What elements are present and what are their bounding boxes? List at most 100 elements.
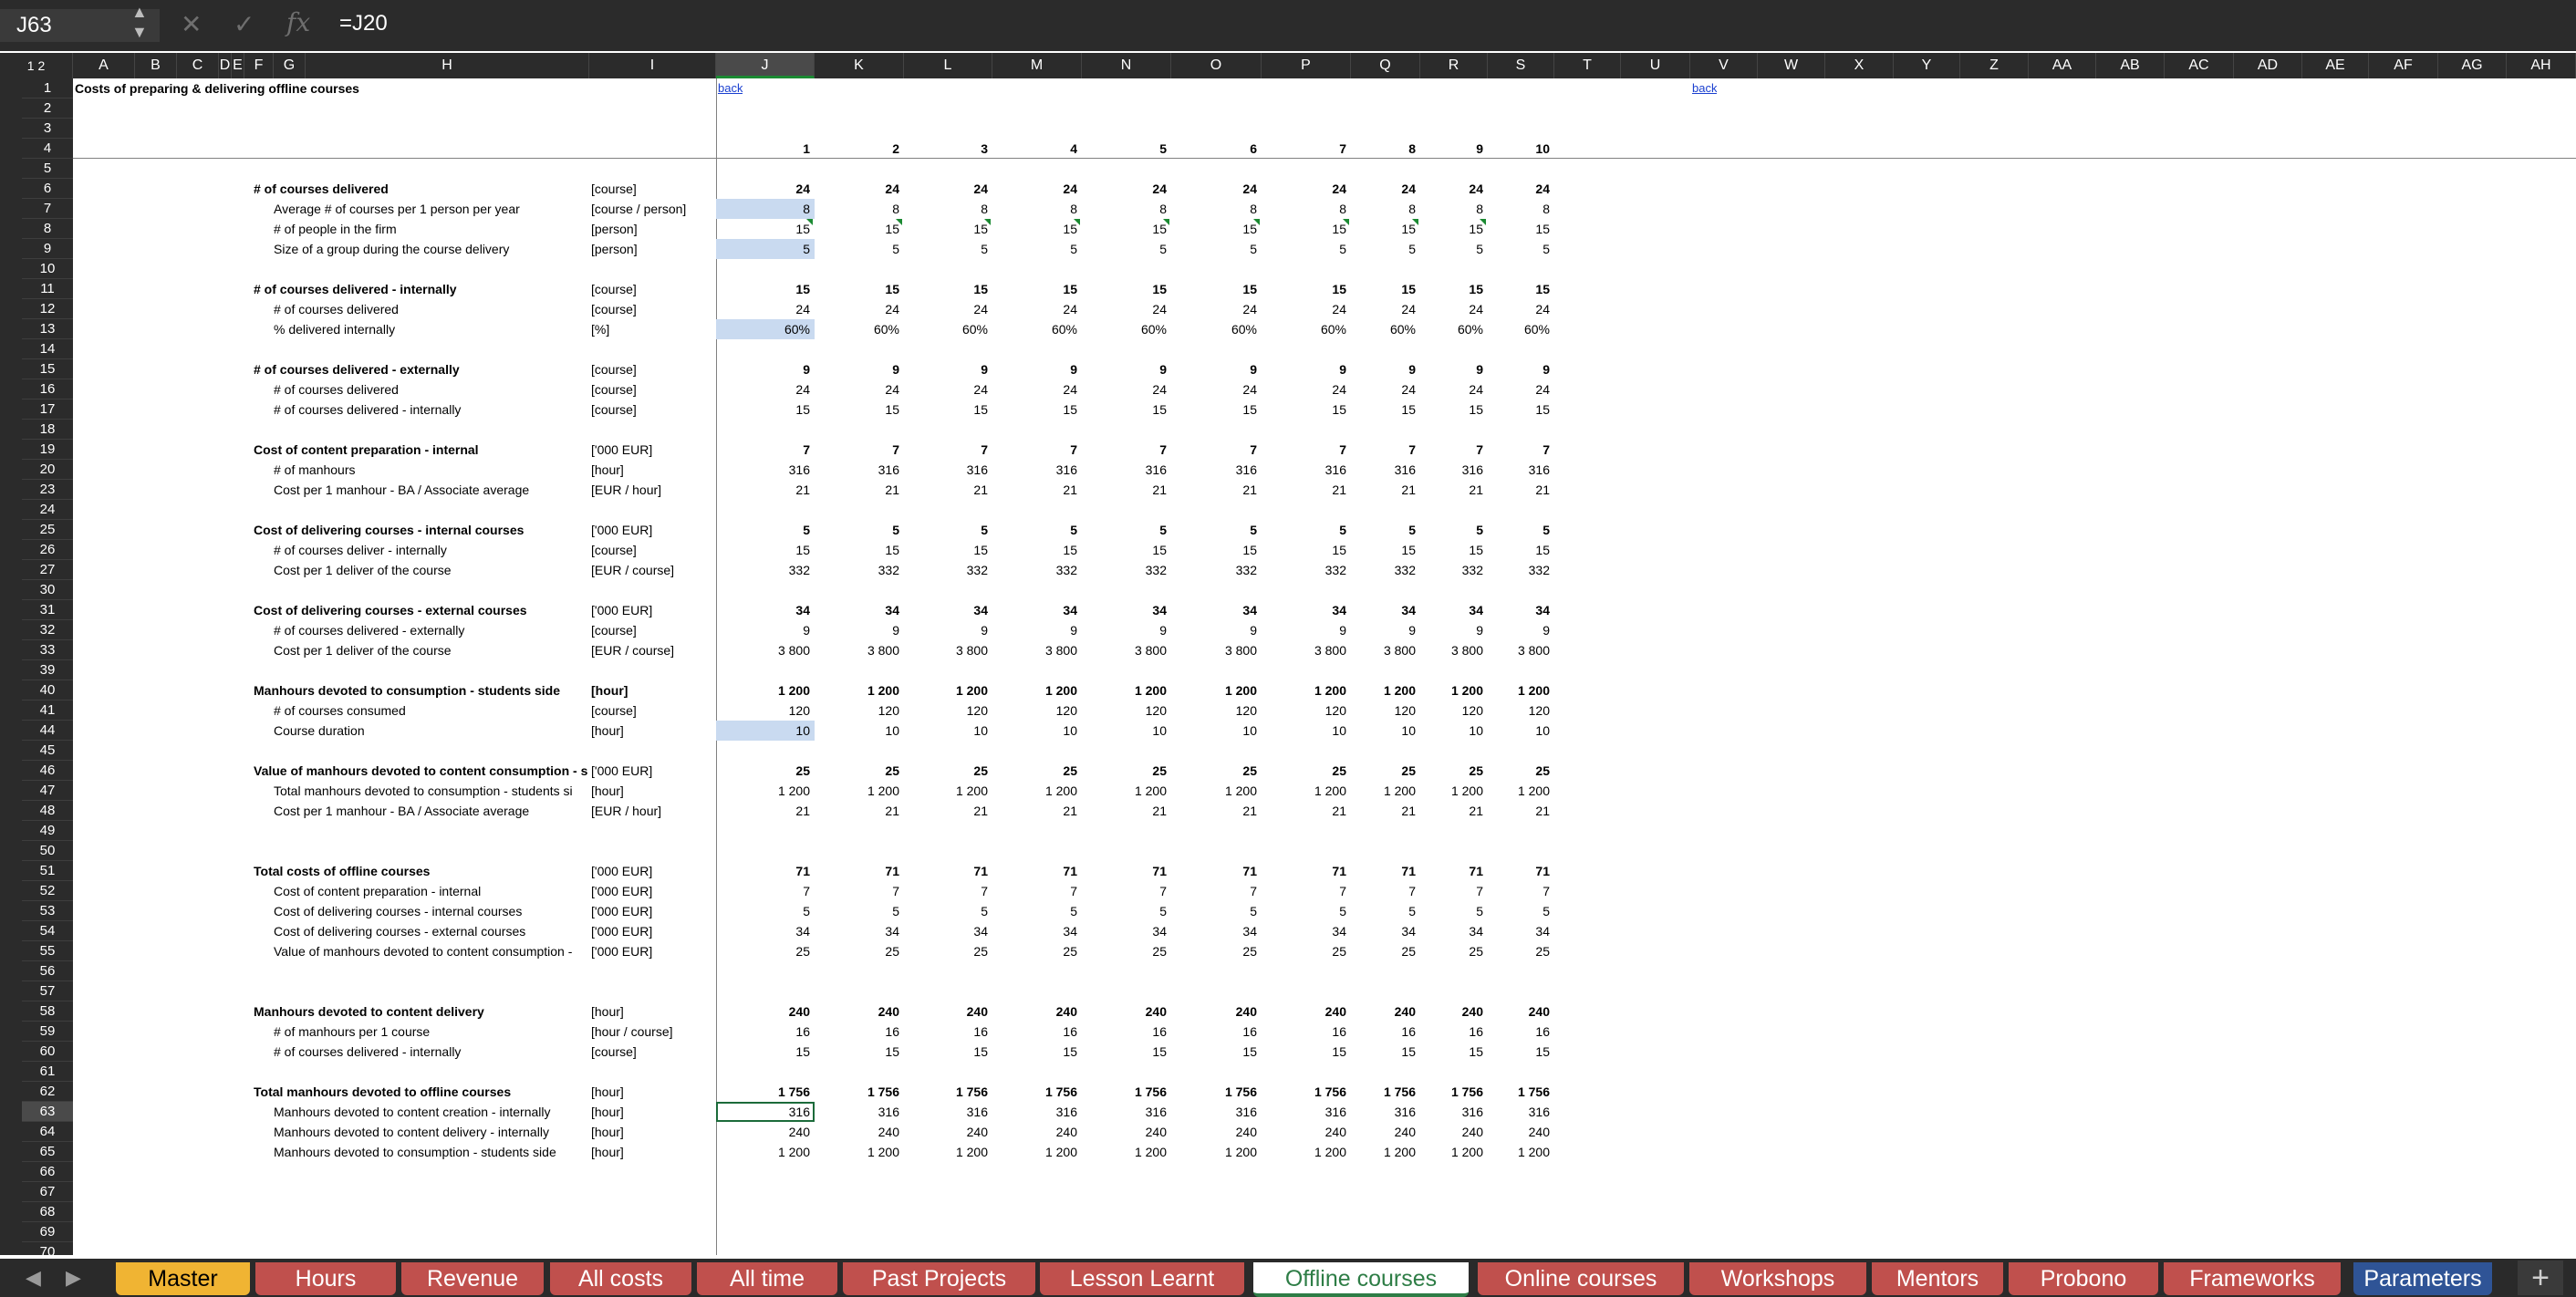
data-cell[interactable]: 240: [1262, 1001, 1351, 1022]
data-cell[interactable]: 34: [1488, 600, 1554, 620]
column-header-R[interactable]: R: [1420, 53, 1488, 78]
data-cell[interactable]: 3 800: [1351, 640, 1420, 660]
data-cell[interactable]: 24: [1262, 179, 1351, 199]
data-cell[interactable]: 316: [1488, 1102, 1554, 1122]
data-cell[interactable]: 9: [1351, 359, 1420, 379]
column-header-AB[interactable]: AB: [2096, 53, 2165, 78]
data-cell[interactable]: 24: [815, 299, 904, 319]
data-cell[interactable]: 240: [716, 1122, 815, 1142]
data-cell[interactable]: 1 200: [815, 1142, 904, 1162]
column-header-E[interactable]: E: [232, 53, 244, 78]
column-header-F[interactable]: F: [244, 53, 274, 78]
column-header-G[interactable]: G: [274, 53, 306, 78]
data-cell[interactable]: 25: [1262, 761, 1351, 781]
row-header-69[interactable]: 69: [22, 1222, 73, 1242]
scroll-left-icon[interactable]: ◀: [26, 1266, 41, 1290]
data-cell[interactable]: 15: [904, 219, 992, 239]
formula-input[interactable]: =J20: [339, 11, 388, 36]
data-cell[interactable]: 21: [904, 480, 992, 500]
data-cell[interactable]: 120: [992, 700, 1082, 721]
data-cell[interactable]: 5: [1082, 901, 1171, 921]
data-cell[interactable]: 71: [1420, 861, 1488, 881]
data-cell[interactable]: 1 200: [1351, 781, 1420, 801]
data-cell[interactable]: 25: [716, 761, 815, 781]
data-cell[interactable]: 1 200: [1420, 1142, 1488, 1162]
sheet-tab-past-projects[interactable]: Past Projects: [843, 1262, 1035, 1295]
data-cell[interactable]: 1 200: [1262, 781, 1351, 801]
row-header-44[interactable]: 44: [22, 721, 73, 741]
sheet-tab-all-time[interactable]: All time: [697, 1262, 837, 1295]
row-header-66[interactable]: 66: [22, 1162, 73, 1182]
data-cell[interactable]: 332: [1171, 560, 1262, 580]
data-cell[interactable]: 21: [1488, 480, 1554, 500]
data-cell[interactable]: 1 200: [716, 680, 815, 700]
row-header-46[interactable]: 46: [22, 761, 73, 781]
data-cell[interactable]: 7: [1420, 881, 1488, 901]
data-cell[interactable]: 5: [1488, 239, 1554, 259]
data-cell[interactable]: 15: [1351, 279, 1420, 299]
data-cell[interactable]: 7: [1262, 881, 1351, 901]
data-cell[interactable]: 120: [904, 700, 992, 721]
data-cell[interactable]: 21: [1488, 801, 1554, 821]
sheet-tab-parameters[interactable]: Parameters: [2353, 1262, 2492, 1295]
row-header-48[interactable]: 48: [22, 801, 73, 821]
data-cell[interactable]: 332: [1262, 560, 1351, 580]
data-cell[interactable]: 15: [1171, 540, 1262, 560]
data-cell[interactable]: 15: [1262, 279, 1351, 299]
data-cell[interactable]: 120: [1420, 700, 1488, 721]
data-cell[interactable]: 332: [992, 560, 1082, 580]
data-cell[interactable]: 34: [1082, 600, 1171, 620]
data-cell[interactable]: 34: [716, 600, 815, 620]
data-cell[interactable]: 240: [1082, 1122, 1171, 1142]
data-cell[interactable]: 3 800: [1082, 640, 1171, 660]
data-cell[interactable]: 316: [1262, 460, 1351, 480]
data-cell[interactable]: 24: [904, 179, 992, 199]
data-cell[interactable]: 60%: [716, 319, 815, 339]
data-cell[interactable]: 15: [1351, 540, 1420, 560]
data-cell[interactable]: 1 200: [904, 781, 992, 801]
data-cell[interactable]: 60%: [992, 319, 1082, 339]
column-header-Q[interactable]: Q: [1351, 53, 1420, 78]
column-header-AH[interactable]: AH: [2507, 53, 2576, 78]
data-cell[interactable]: 3 800: [1488, 640, 1554, 660]
data-cell[interactable]: 15: [1171, 279, 1262, 299]
row-header-31[interactable]: 31: [22, 600, 73, 620]
data-cell[interactable]: 25: [1488, 761, 1554, 781]
row-header-11[interactable]: 11: [22, 279, 73, 299]
data-cell[interactable]: 7: [1171, 881, 1262, 901]
data-cell[interactable]: 71: [1488, 861, 1554, 881]
data-cell[interactable]: 21: [716, 480, 815, 500]
data-cell[interactable]: 332: [1420, 560, 1488, 580]
data-cell[interactable]: 24: [1420, 379, 1488, 399]
data-cell[interactable]: 15: [1488, 399, 1554, 420]
row-header-64[interactable]: 64: [22, 1122, 73, 1142]
data-cell[interactable]: 24: [904, 379, 992, 399]
row-header-55[interactable]: 55: [22, 941, 73, 961]
data-cell[interactable]: 1 756: [992, 1082, 1082, 1102]
data-cell[interactable]: 9: [1082, 620, 1171, 640]
data-cell[interactable]: 1 756: [1171, 1082, 1262, 1102]
data-cell[interactable]: 8: [1351, 199, 1420, 219]
data-cell[interactable]: 1 756: [1351, 1082, 1420, 1102]
data-cell[interactable]: 5: [1420, 520, 1488, 540]
data-cell[interactable]: 8: [815, 199, 904, 219]
column-header-V[interactable]: V: [1690, 53, 1758, 78]
sheet-tab-all-costs[interactable]: All costs: [550, 1262, 691, 1295]
data-cell[interactable]: 25: [815, 941, 904, 961]
data-cell[interactable]: 10: [1420, 721, 1488, 741]
data-cell[interactable]: 71: [1082, 861, 1171, 881]
sheet-tab-revenue[interactable]: Revenue: [401, 1262, 544, 1295]
data-cell[interactable]: 3 800: [1420, 640, 1488, 660]
data-cell[interactable]: 5: [1488, 520, 1554, 540]
data-cell[interactable]: 25: [1488, 941, 1554, 961]
data-cell[interactable]: 21: [1082, 480, 1171, 500]
data-cell[interactable]: 34: [904, 921, 992, 941]
data-cell[interactable]: 5: [1351, 901, 1420, 921]
column-header-H[interactable]: H: [306, 53, 589, 78]
data-cell[interactable]: 15: [716, 279, 815, 299]
back-link[interactable]: back: [718, 78, 743, 99]
data-cell[interactable]: 15: [716, 540, 815, 560]
data-cell[interactable]: 16: [1262, 1022, 1351, 1042]
column-header-S[interactable]: S: [1488, 53, 1554, 78]
row-header-2[interactable]: 2: [22, 99, 73, 119]
